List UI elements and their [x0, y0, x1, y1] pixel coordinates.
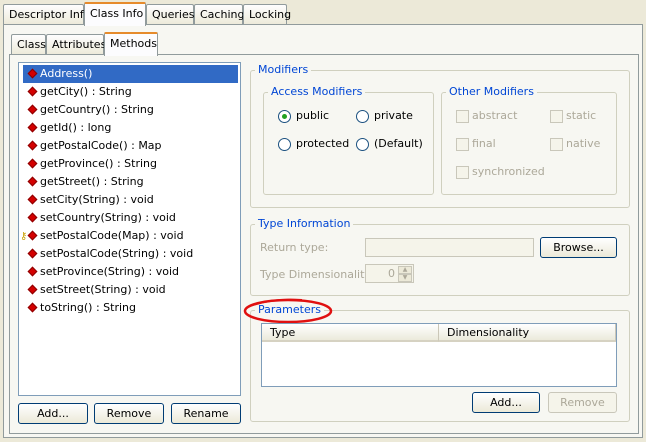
method-icon — [27, 86, 38, 97]
rename-method-button[interactable]: Rename — [171, 403, 241, 424]
access-modifiers-title: Access Modifiers — [268, 85, 366, 98]
protected-label: protected — [296, 137, 350, 150]
other-modifiers-title: Other Modifiers — [446, 85, 537, 98]
method-list-item[interactable]: ⚷ setPostalCode(Map) : void — [20, 227, 238, 245]
parameters-table[interactable]: Type Dimensionality — [261, 323, 617, 387]
method-list-item[interactable]: getCountry() : String — [23, 101, 238, 119]
method-list-item[interactable]: getId() : long — [23, 119, 238, 137]
method-list-item[interactable]: setStreet(String) : void — [23, 281, 238, 299]
type-information-group — [250, 224, 630, 296]
method-icon — [27, 284, 38, 295]
method-list-item[interactable]: getProvince() : String — [23, 155, 238, 173]
type-dimensionality-label: Type Dimensionality: — [260, 268, 374, 281]
default-label: (Default) — [374, 137, 423, 150]
method-icon — [27, 248, 38, 259]
method-icon — [27, 230, 38, 241]
remove-parameter-button[interactable]: Remove — [548, 392, 617, 413]
add-method-button[interactable]: Add... — [18, 403, 88, 424]
method-icon — [27, 302, 38, 313]
dimensionality-column-header[interactable]: Dimensionality — [439, 324, 616, 342]
spinner-up-icon[interactable]: ▲ — [398, 266, 412, 274]
method-list-item[interactable]: getStreet() : String — [23, 173, 238, 191]
protected-radio[interactable] — [278, 138, 291, 151]
key-icon: ⚷ — [20, 231, 28, 242]
method-icon — [27, 140, 38, 151]
remove-method-button[interactable]: Remove — [94, 403, 164, 424]
native-checkbox[interactable] — [550, 138, 563, 151]
annotation-circle — [243, 298, 333, 324]
abstract-checkbox[interactable] — [456, 110, 469, 123]
methods-list[interactable]: Address() getCity() : String getCountry(… — [18, 62, 241, 396]
method-icon — [27, 104, 38, 115]
final-label: final — [472, 137, 496, 150]
synchronized-checkbox[interactable] — [456, 166, 469, 179]
browse-button[interactable]: Browse... — [540, 237, 617, 258]
method-list-item[interactable]: setCity(String) : void — [23, 191, 238, 209]
spinner-down-icon[interactable]: ▼ — [398, 274, 412, 282]
method-list-item[interactable]: setCountry(String) : void — [23, 209, 238, 227]
method-list-item[interactable]: toString() : String — [23, 299, 238, 317]
method-icon — [27, 122, 38, 133]
return-type-label: Return type: — [260, 241, 329, 254]
type-column-header[interactable]: Type — [262, 324, 439, 342]
method-list-item[interactable]: Address() — [23, 65, 238, 83]
method-list-item[interactable]: getPostalCode() : Map — [23, 137, 238, 155]
method-list-item[interactable]: getCity() : String — [23, 83, 238, 101]
synchronized-label: synchronized — [472, 165, 545, 178]
default-radio[interactable] — [356, 138, 369, 151]
private-radio[interactable] — [356, 110, 369, 123]
native-label: native — [566, 137, 601, 150]
abstract-label: abstract — [472, 109, 518, 122]
static-label: static — [566, 109, 597, 122]
method-icon — [27, 194, 38, 205]
method-icon — [27, 266, 38, 277]
return-type-field[interactable] — [365, 238, 534, 257]
type-information-title: Type Information — [255, 217, 354, 230]
public-label: public — [296, 109, 330, 122]
method-list-item[interactable]: setProvince(String) : void — [23, 263, 238, 281]
modifiers-title: Modifiers — [255, 63, 312, 76]
method-icon — [27, 212, 38, 223]
private-label: private — [374, 109, 413, 122]
method-icon — [27, 158, 38, 169]
static-checkbox[interactable] — [550, 110, 563, 123]
method-list-item[interactable]: setPostalCode(String) : void — [23, 245, 238, 263]
method-icon — [27, 176, 38, 187]
add-parameter-button[interactable]: Add... — [472, 392, 540, 413]
type-dimensionality-spinner[interactable]: 0 ▲ ▼ — [365, 264, 414, 283]
public-radio[interactable] — [278, 110, 291, 123]
method-icon — [27, 68, 38, 79]
final-checkbox[interactable] — [456, 138, 469, 151]
